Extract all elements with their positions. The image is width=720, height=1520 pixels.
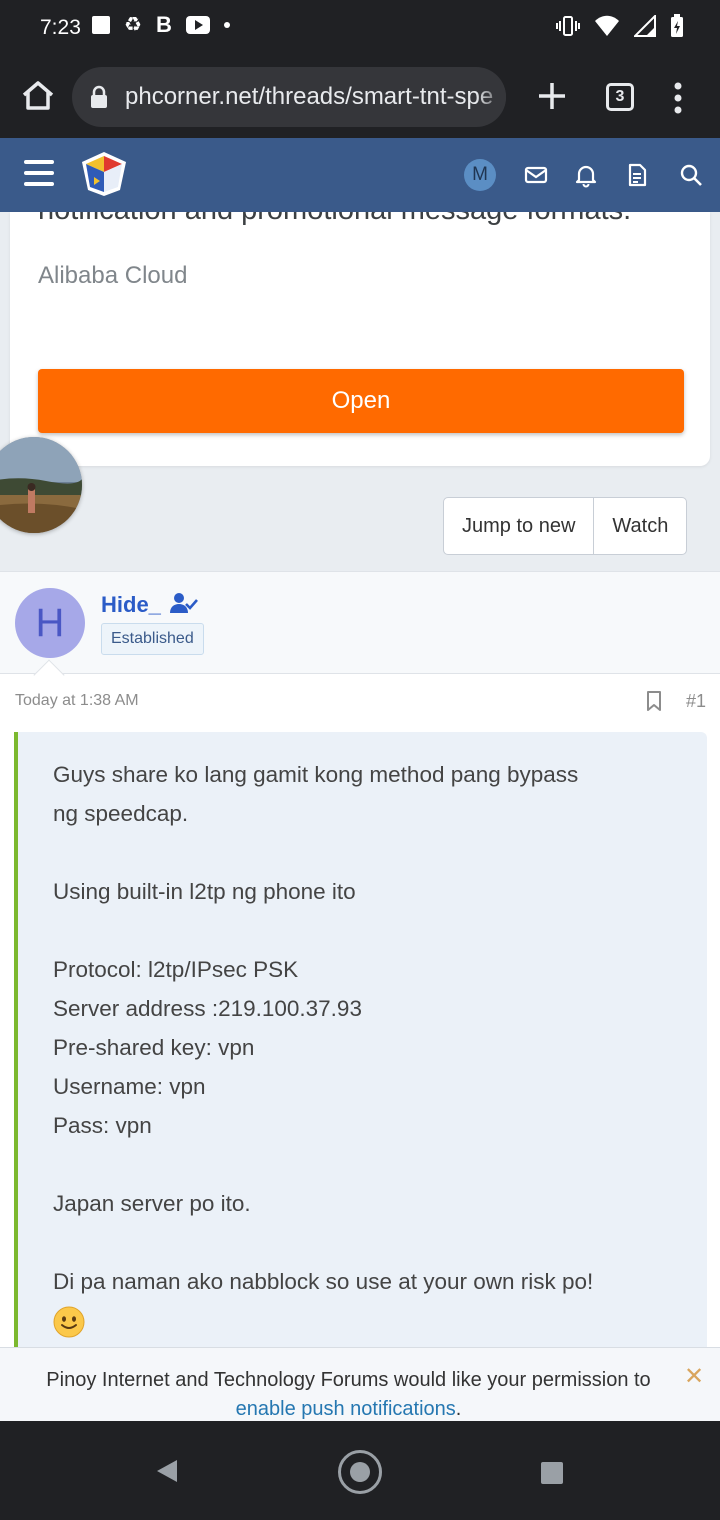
home-icon[interactable] — [18, 76, 58, 116]
post-line: ng speedcap. — [53, 801, 189, 826]
more-menu-icon[interactable] — [668, 78, 688, 118]
square-icon — [92, 16, 110, 34]
smile-emoji-icon — [53, 1306, 85, 1338]
back-icon[interactable] — [156, 1459, 178, 1483]
post-line: Protocol: l2tp/IPsec PSK — [53, 957, 299, 982]
browser-toolbar: phcorner.net/threads/smart-tnt-spe 3 — [0, 56, 720, 138]
push-notification-banner: Pinoy Internet and Technology Forums wou… — [0, 1347, 720, 1421]
recycle-icon: ♻ — [124, 14, 142, 36]
close-icon[interactable]: ✕ — [684, 1362, 704, 1391]
user-title-badge: Established — [101, 623, 204, 655]
b-icon: B — [155, 12, 172, 37]
url-text: phcorner.net/threads/smart-tnt-spe — [125, 83, 494, 110]
lock-icon — [91, 85, 107, 108]
post-line: Di pa naman ako nabblock so use at your … — [53, 1269, 594, 1294]
youtube-icon — [185, 16, 210, 34]
tab-switcher-button[interactable]: 3 — [606, 83, 634, 111]
vibrate-icon — [556, 16, 580, 36]
new-tab-icon[interactable] — [534, 78, 570, 114]
post-user-header: H Hide_ Established — [0, 571, 720, 691]
ad-description: notification and promotional message for… — [38, 212, 631, 227]
bookmark-icon[interactable] — [646, 690, 662, 712]
thread-actions: Jump to new Watch — [443, 497, 688, 555]
notification-text: Pinoy Internet and Technology Forums wou… — [46, 1369, 651, 1391]
status-right-icons — [556, 14, 684, 38]
signal-icon — [634, 15, 656, 37]
post-number[interactable]: #1 — [686, 691, 706, 712]
enable-notifications-link[interactable]: enable push notifications — [236, 1398, 456, 1420]
notification-message: Pinoy Internet and Technology Forums wou… — [0, 1366, 697, 1424]
ad-source: Alibaba Cloud — [38, 262, 188, 289]
status-time: 7:23 — [40, 16, 81, 39]
jump-to-new-button[interactable]: Jump to new — [444, 498, 593, 554]
avatar-pointer — [33, 659, 65, 691]
post-line: Pass: vpn — [53, 1113, 152, 1138]
mail-icon[interactable] — [523, 162, 549, 188]
post-username[interactable]: Hide_ — [101, 592, 161, 618]
user-avatar-button[interactable]: M — [464, 159, 496, 191]
battery-icon — [671, 14, 683, 37]
dot-icon — [223, 22, 230, 28]
bell-icon[interactable] — [573, 162, 599, 188]
post-avatar[interactable]: H — [15, 588, 85, 658]
url-fade — [476, 67, 506, 127]
post-body: Guys share ko lang gamit kong method pan… — [14, 732, 707, 1362]
user-check-icon — [170, 593, 198, 613]
document-icon[interactable] — [624, 162, 650, 188]
post-date[interactable]: Today at 1:38 AM — [15, 692, 139, 710]
post-line: Guys share ko lang gamit kong method pan… — [53, 762, 579, 787]
home-nav-icon[interactable] — [338, 1450, 382, 1494]
ad-open-button[interactable]: Open — [38, 369, 684, 433]
notification-suffix: . — [455, 1398, 462, 1420]
menu-icon[interactable] — [24, 160, 54, 186]
post-line: Japan server po ito. — [53, 1191, 251, 1216]
system-nav-bar — [0, 1421, 720, 1520]
recents-icon[interactable] — [541, 1462, 563, 1484]
search-icon[interactable] — [678, 162, 704, 188]
status-left-icons: ♻ B — [92, 14, 230, 36]
site-header: M — [0, 138, 720, 212]
status-bar: 7:23 ♻ B — [0, 0, 720, 56]
post-line: Username: vpn — [53, 1074, 206, 1099]
wifi-icon — [595, 15, 619, 36]
post-line: Server address :219.100.37.93 — [53, 996, 362, 1021]
watch-button[interactable]: Watch — [593, 498, 686, 554]
post-line: Using built-in l2tp ng phone ito — [53, 879, 356, 904]
address-bar[interactable]: phcorner.net/threads/smart-tnt-spe — [72, 67, 506, 127]
post-line: Pre-shared key: vpn — [53, 1035, 255, 1060]
logo-icon[interactable] — [80, 150, 128, 198]
